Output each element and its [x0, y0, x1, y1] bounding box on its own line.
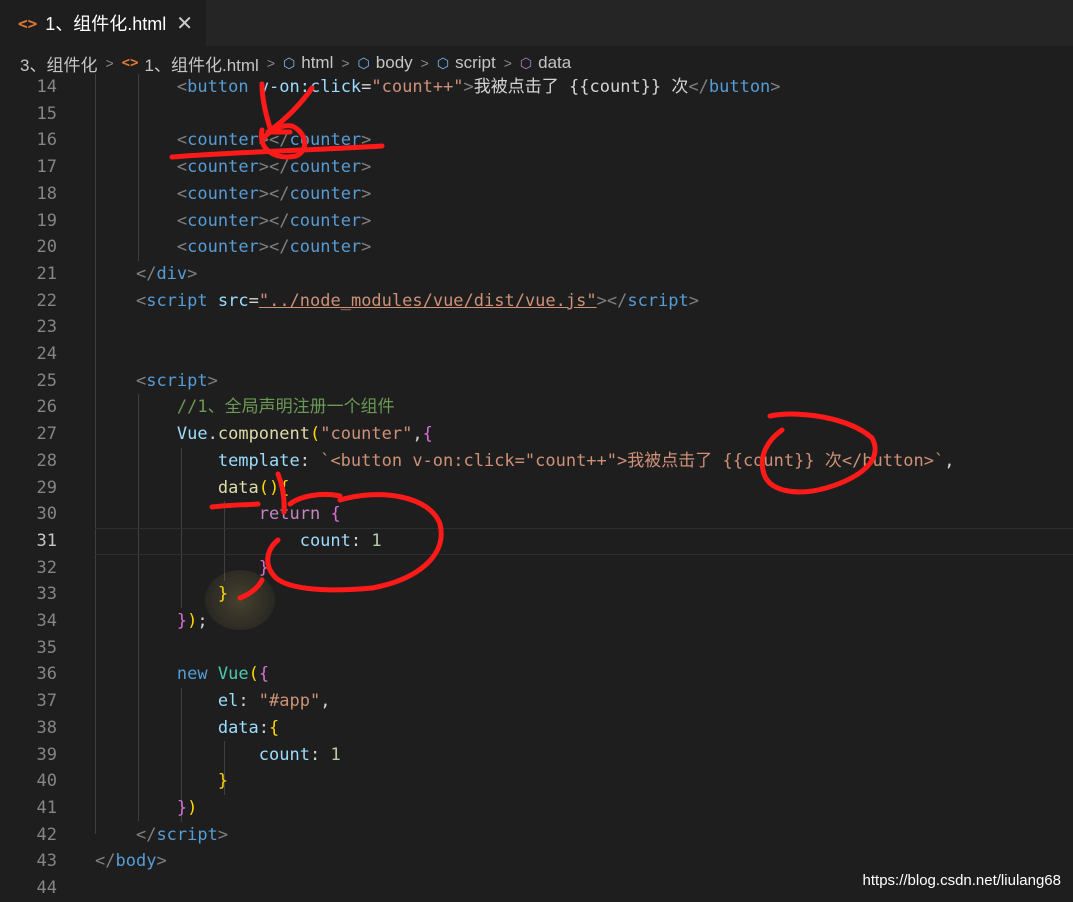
- close-icon[interactable]: ✕: [176, 11, 193, 36]
- editor-tab[interactable]: <> 1、组件化.html ✕: [0, 0, 206, 46]
- code-line: 28 template: `<button v-on:click="count+…: [36, 450, 955, 471]
- chevron-right-icon: >: [266, 55, 275, 71]
- breadcrumb-body[interactable]: ⬡ body: [358, 53, 413, 73]
- code-line: 23: [36, 317, 57, 338]
- tab-bar: <> 1、组件化.html ✕: [0, 0, 1073, 46]
- breadcrumb-data[interactable]: ⬡ data: [520, 53, 571, 73]
- code-editor[interactable]: 14 <button v-on:click="count++">我被点击了 {{…: [0, 74, 1073, 898]
- code-line: 43 </body>: [36, 851, 167, 872]
- code-line: 34 });: [36, 611, 208, 631]
- breadcrumb-folder[interactable]: 3、组件化: [20, 51, 97, 76]
- code-line: 32 }: [36, 557, 270, 578]
- code-line: 18 <counter></counter>: [36, 183, 372, 204]
- cube-icon: ⬡: [436, 54, 450, 71]
- chevron-right-icon: >: [420, 55, 429, 71]
- code-line: 40 }: [36, 771, 229, 792]
- chevron-right-icon: >: [105, 55, 114, 71]
- breadcrumb-html[interactable]: ⬡ html: [283, 53, 333, 73]
- code-line: 17 <counter></counter>: [36, 157, 372, 178]
- code-line: 14 <button v-on:click="count++">我被点击了 {{…: [36, 77, 781, 97]
- cube-icon: ⬡: [283, 54, 296, 71]
- code-line: 24: [36, 344, 57, 364]
- cube-icon: ⬡: [519, 54, 533, 71]
- chevron-right-icon: >: [503, 55, 512, 71]
- code-line: 35: [36, 637, 57, 658]
- code-line: 38 data:{: [36, 717, 280, 738]
- tab-label: 1、组件化.html: [45, 14, 167, 34]
- code-line: 30 return {: [36, 504, 341, 525]
- code-line: 25 <script>: [36, 370, 218, 391]
- code-line: 42 </script>: [36, 824, 229, 845]
- code-line: 15: [36, 103, 57, 124]
- code-line: 33 }: [36, 584, 229, 605]
- code-line: 21 </div>: [36, 263, 198, 284]
- cube-icon: ⬡: [357, 54, 370, 71]
- html-file-icon: <>: [121, 55, 139, 71]
- code-line: 16 <counter></counter>: [36, 130, 372, 151]
- code-line: 37 el: "#app",: [36, 691, 331, 712]
- breadcrumb-script[interactable]: ⬡ script: [437, 53, 496, 73]
- code-line: 39 count: 1: [36, 744, 341, 765]
- html-file-icon: <>: [18, 13, 38, 33]
- breadcrumb-file[interactable]: <> 1、组件化.html: [122, 51, 259, 76]
- code-line: 36 new Vue({: [36, 664, 270, 685]
- watermark: https://blog.csdn.net/liulang68: [862, 872, 1061, 889]
- code-line: 41 }): [36, 797, 198, 818]
- code-line-active: 31 count: 1: [0, 527, 1073, 555]
- code-line: 27 Vue.component("counter",{: [36, 424, 433, 445]
- code-line: 20 <counter></counter>: [36, 237, 372, 258]
- code-line: 26 //1、全局声明注册一个组件: [36, 397, 395, 418]
- code-line: 29 data(){: [36, 477, 290, 498]
- chevron-right-icon: >: [341, 55, 350, 71]
- mouse-cursor-highlight: [205, 570, 275, 630]
- code-line: 22 <script src="../node_modules/vue/dist…: [36, 290, 699, 311]
- code-line: 19 <counter></counter>: [36, 210, 372, 231]
